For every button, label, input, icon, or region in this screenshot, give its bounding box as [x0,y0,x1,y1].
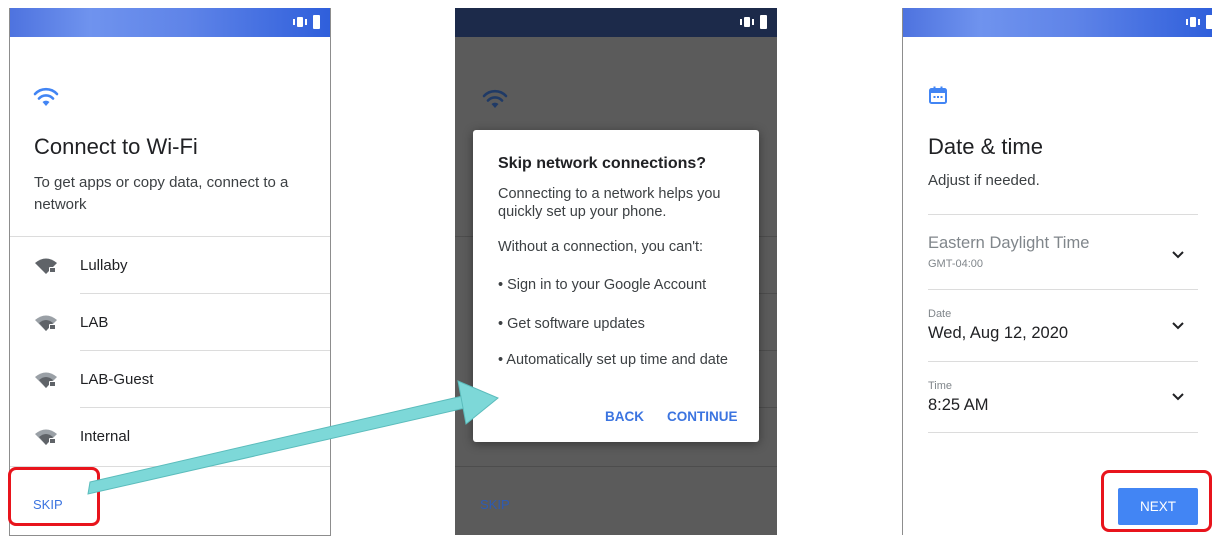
timezone-selector[interactable]: Eastern Daylight Time GMT-04:00 [928,234,1198,270]
network-name: LAB [80,314,109,331]
skip-button-dimmed: SKIP [480,497,510,512]
wifi-lock-icon [34,257,58,275]
divider [455,466,777,467]
dialog-bullet: • Sign in to your Google Account [498,277,707,293]
page-title: Date & time [928,134,1043,159]
battery-icon [313,15,320,29]
network-name: Lullaby [80,257,128,274]
page-subtitle: Adjust if needed. [928,172,1040,189]
wifi-icon [33,86,59,108]
divider [928,289,1198,290]
skip-network-dialog: Skip network connections? Connecting to … [473,130,759,442]
wifi-setup-screen: Connect to Wi-Fi To get apps or copy dat… [9,8,331,536]
status-bar [10,8,330,37]
wifi-lock-icon [34,371,58,389]
back-button[interactable]: BACK [605,409,644,424]
dialog-bullet: • Automatically set up time and date [498,352,728,368]
time-label: Time [928,380,953,392]
calendar-icon [928,85,948,105]
network-item[interactable]: LAB-Guest [10,352,330,409]
dialog-title: Skip network connections? [498,155,707,172]
vibrate-icon [293,15,307,29]
page-subtitle: To get apps or copy data, connect to a n… [34,174,289,213]
divider [928,214,1198,215]
network-name: LAB-Guest [80,371,154,388]
dialog-body: Without a connection, you can't: [498,239,704,255]
battery-icon [760,15,767,29]
date-selector[interactable]: Date Wed, Aug 12, 2020 [928,308,1198,343]
skip-highlight-box [8,467,100,526]
divider [10,236,330,237]
time-selector[interactable]: Time 8:25 AM [928,380,1198,415]
network-item[interactable]: Internal [10,409,330,466]
date-time-screen [902,8,1212,535]
network-name: Internal [80,428,131,445]
divider [80,293,330,294]
date-value: Wed, Aug 12, 2020 [928,324,1069,342]
page-title: Connect to Wi-Fi [34,134,198,159]
date-label: Date [928,308,952,320]
divider [80,407,330,408]
vibrate-icon [1186,15,1200,29]
divider [80,350,330,351]
timezone-offset: GMT-04:00 [928,258,984,270]
dialog-bullet: • Get software updates [498,316,645,332]
status-bar [455,8,777,37]
vibrate-icon [740,15,754,29]
dialog-body: Connecting to a network helps you quickl… [498,186,721,220]
divider [928,432,1198,433]
wifi-icon [482,88,508,110]
time-value: 8:25 AM [928,396,989,414]
wifi-lock-icon [34,314,58,332]
divider [928,361,1198,362]
battery-icon [1206,15,1212,29]
timezone-name: Eastern Daylight Time [928,234,1090,252]
network-item[interactable]: Lullaby [10,238,330,295]
wifi-lock-icon [34,428,58,446]
next-highlight-box [1101,470,1212,532]
chevron-down-icon[interactable] [1172,251,1184,259]
network-item[interactable]: LAB [10,295,330,352]
continue-button[interactable]: CONTINUE [667,409,738,424]
status-bar [903,8,1212,37]
chevron-down-icon[interactable] [1172,322,1184,330]
chevron-down-icon[interactable] [1172,393,1184,401]
